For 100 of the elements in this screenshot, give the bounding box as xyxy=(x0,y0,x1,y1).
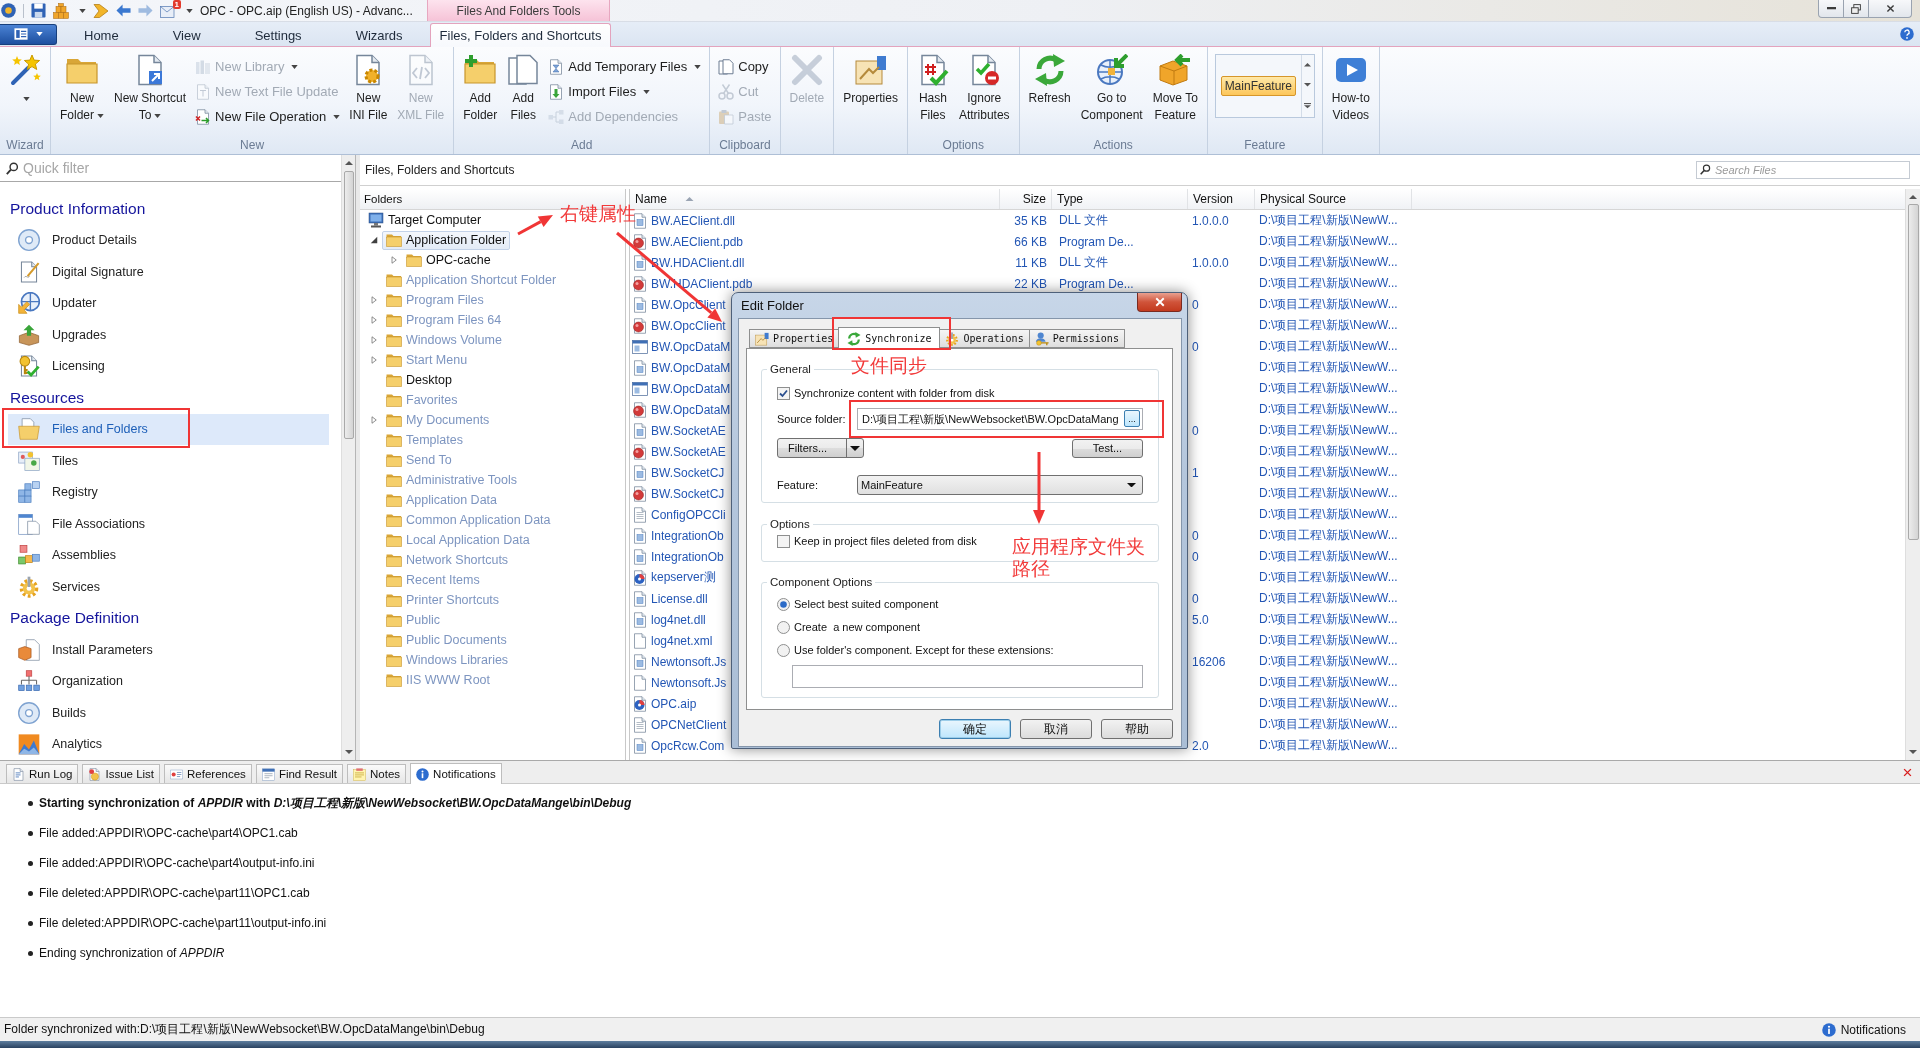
sidebar-item[interactable]: Assemblies xyxy=(8,539,329,571)
sidebar-item[interactable]: Install Parameters xyxy=(8,634,329,666)
ribbon-button[interactable]: Go to Component xyxy=(1076,52,1147,124)
ribbon-button[interactable]: New File Operation xyxy=(192,104,344,129)
close-button[interactable] xyxy=(1137,293,1182,312)
ribbon-button[interactable]: New Shortcut To xyxy=(110,52,191,124)
column-header[interactable]: Size xyxy=(1000,189,1052,209)
test-button[interactable]: Test... xyxy=(1072,438,1143,458)
notifications-button[interactable]: Notifications xyxy=(1821,1022,1906,1037)
caret-icon[interactable] xyxy=(186,8,193,13)
dialog-tab[interactable]: Synchronize xyxy=(838,327,941,349)
panel-tab[interactable]: Run Log xyxy=(6,764,79,783)
scrollbar[interactable] xyxy=(1905,189,1920,760)
expand-arrow-icon[interactable] xyxy=(370,416,378,424)
scroll-up-icon[interactable] xyxy=(1909,195,1917,199)
scrollbar-thumb[interactable] xyxy=(343,171,354,439)
save-icon[interactable] xyxy=(31,3,46,18)
close-button[interactable] xyxy=(1868,0,1912,18)
expand-arrow-icon[interactable] xyxy=(370,296,378,304)
expand-arrow-icon[interactable] xyxy=(370,356,378,364)
feature-dropdown[interactable]: MainFeature xyxy=(857,475,1143,495)
dialog-button[interactable]: 帮助 xyxy=(1101,719,1173,739)
tree-item[interactable]: OPC-cache xyxy=(402,250,495,270)
chevron-arrow-icon[interactable] xyxy=(93,2,109,19)
column-header[interactable]: Type xyxy=(1052,189,1188,209)
ribbon-button[interactable]: New INI File xyxy=(345,52,392,124)
column-header[interactable]: Version xyxy=(1188,189,1255,209)
help-icon[interactable] xyxy=(1900,27,1914,41)
panel-tab[interactable]: Notifications xyxy=(410,763,502,784)
restore-button[interactable] xyxy=(1843,0,1869,18)
collapse-arrow-icon[interactable] xyxy=(370,236,378,244)
filters-button[interactable]: Filters... xyxy=(777,438,864,458)
panel-tab[interactable]: Notes xyxy=(347,764,407,783)
dialog-button[interactable]: 取消 xyxy=(1020,719,1092,739)
close-icon[interactable] xyxy=(1903,767,1912,777)
radio-button[interactable] xyxy=(777,643,790,657)
ribbon-button[interactable]: How-to Videos xyxy=(1327,52,1374,124)
tree-item[interactable]: Application Folder xyxy=(382,230,511,250)
sidebar-item[interactable]: Licensing xyxy=(8,350,329,382)
application-menu-button[interactable] xyxy=(0,23,57,45)
ribbon-button[interactable]: Import Files xyxy=(545,79,705,104)
ribbon-button[interactable]: Hash Files xyxy=(912,52,953,124)
panel-tab[interactable]: Find Result xyxy=(255,764,344,783)
sidebar-item[interactable]: Files and Folders xyxy=(8,413,329,445)
sidebar-item[interactable]: Tiles xyxy=(8,445,329,477)
sidebar-item[interactable]: Organization xyxy=(8,665,329,697)
ribbon-button[interactable]: Move To Feature xyxy=(1148,52,1202,124)
scrollbar-thumb[interactable] xyxy=(1907,204,1919,540)
ribbon-tab[interactable]: Home xyxy=(57,24,146,46)
checkbox[interactable] xyxy=(777,386,790,400)
tree-item[interactable]: Desktop xyxy=(382,370,456,390)
expand-arrow-icon[interactable] xyxy=(370,336,378,344)
column-header[interactable]: Physical Source xyxy=(1255,189,1412,209)
ribbon-tab[interactable]: Settings xyxy=(227,24,329,46)
search-field[interactable]: Search Files xyxy=(1696,161,1910,179)
scroll-up-icon[interactable] xyxy=(1304,63,1312,67)
panel-tab[interactable]: References xyxy=(164,764,252,783)
sidebar-item[interactable]: Product Details xyxy=(8,224,329,256)
app-icon[interactable] xyxy=(1,3,16,18)
column-header[interactable]: Name xyxy=(630,189,1000,209)
sidebar-item[interactable]: Registry xyxy=(8,476,329,508)
input-field[interactable] xyxy=(792,665,1143,688)
expand-arrow-icon[interactable] xyxy=(390,256,398,264)
dialog-tab[interactable]: Properties xyxy=(749,329,840,348)
back-arrow-icon[interactable] xyxy=(116,3,131,18)
ribbon-tab[interactable]: Files, Folders and Shortcuts xyxy=(429,23,612,47)
gallery-item[interactable]: MainFeature xyxy=(1220,76,1296,96)
caret-icon[interactable] xyxy=(79,8,86,13)
dialog-tab[interactable]: Permissions xyxy=(1028,329,1125,348)
sidebar-item[interactable]: Upgrades xyxy=(8,319,329,351)
sidebar-item[interactable]: File Associations xyxy=(8,508,329,540)
browse-button[interactable]: ... xyxy=(1124,410,1140,427)
sidebar-item[interactable]: Builds xyxy=(8,697,329,729)
sidebar-item[interactable]: Updater xyxy=(8,287,329,319)
bricks-icon[interactable] xyxy=(53,2,69,19)
checkbox[interactable] xyxy=(777,534,790,548)
dialog-button[interactable]: 确定 xyxy=(939,719,1011,739)
ribbon-button[interactable]: Add Folder xyxy=(459,52,502,124)
scrollbar[interactable] xyxy=(341,155,355,760)
sidebar-item[interactable]: Digital Signature xyxy=(8,256,329,288)
more-icon[interactable] xyxy=(1304,103,1312,109)
ribbon-button[interactable]: Refresh xyxy=(1024,52,1075,124)
scroll-down-icon[interactable] xyxy=(1909,750,1917,754)
sidebar-item[interactable]: Analytics xyxy=(8,728,329,760)
radio-button[interactable] xyxy=(777,597,790,611)
sidebar-item[interactable]: Services xyxy=(8,571,329,603)
ribbon-button[interactable]: New Folder xyxy=(56,52,108,124)
radio-button[interactable] xyxy=(777,620,790,634)
ribbon-tab[interactable]: View xyxy=(145,24,228,46)
panel-tab[interactable]: Issue List xyxy=(82,764,161,783)
ribbon-button[interactable]: Properties xyxy=(839,52,902,124)
ribbon-button[interactable]: Add Files xyxy=(503,52,544,124)
scroll-down-icon[interactable] xyxy=(344,750,353,754)
ribbon-button[interactable]: Ignore Attributes xyxy=(954,52,1014,124)
scroll-up-icon[interactable] xyxy=(344,161,353,165)
ribbon-button[interactable]: Copy xyxy=(715,54,775,79)
tree-item[interactable]: Target Computer xyxy=(364,210,486,230)
ribbon-tab[interactable]: Wizards xyxy=(328,24,430,46)
scroll-down-icon[interactable] xyxy=(1304,83,1312,87)
dialog-tab[interactable]: Operations xyxy=(939,329,1030,348)
